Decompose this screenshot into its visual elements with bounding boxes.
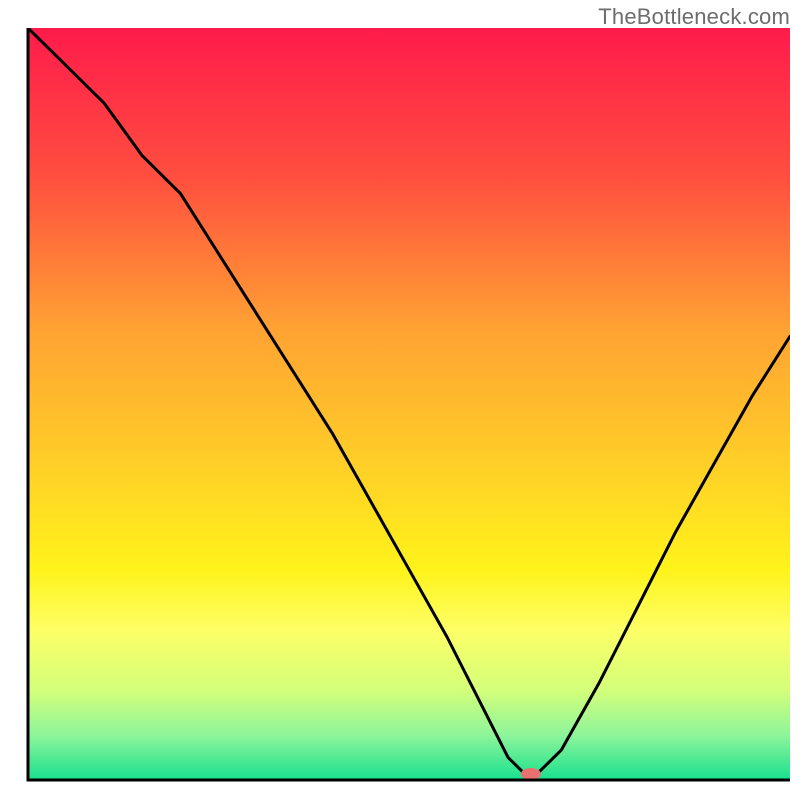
bottleneck-chart: TheBottleneck.com xyxy=(0,0,800,800)
gradient-background xyxy=(28,28,790,780)
watermark-text: TheBottleneck.com xyxy=(598,4,790,30)
optimal-point-marker xyxy=(521,768,541,780)
chart-svg xyxy=(0,0,800,800)
